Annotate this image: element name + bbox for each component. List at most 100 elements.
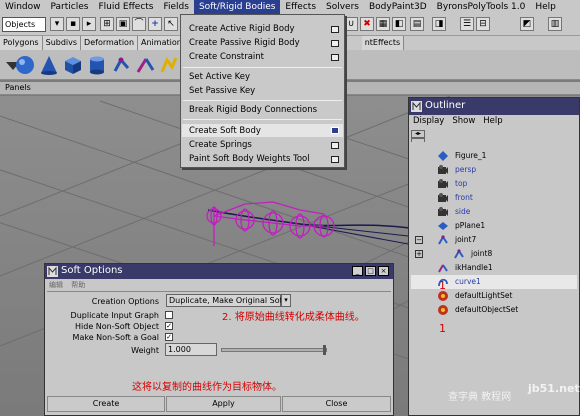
menu-bodypaint3d[interactable]: BodyPaint3D	[364, 0, 432, 14]
ik-handle-icon[interactable]	[134, 54, 156, 76]
create-passive-rigid-body-item[interactable]: Create Passive Rigid Body	[189, 38, 300, 48]
expand-icon[interactable]: +	[415, 250, 423, 258]
soft-rigid-bodies-menu: Create Active Rigid Body Create Passive …	[180, 14, 345, 168]
menu-help[interactable]: 帮助	[71, 281, 85, 289]
apply-button[interactable]: Apply	[166, 396, 281, 412]
soft-options-menu: 编辑 帮助	[49, 280, 85, 290]
joint-tool-icon[interactable]	[110, 54, 132, 76]
panels-menu[interactable]: Panels	[5, 83, 31, 92]
weight-field[interactable]: 1.000	[165, 343, 217, 356]
create-springs-item[interactable]: Create Springs	[189, 140, 252, 150]
menu-edit[interactable]: 编辑	[49, 281, 63, 289]
panel-icon[interactable]: ▥	[548, 17, 562, 31]
arrow-select-icon[interactable]: ↖	[164, 17, 178, 31]
cylinder-icon[interactable]	[86, 54, 108, 76]
weight-slider-handle[interactable]	[323, 345, 326, 355]
duplicate-input-graph-checkbox[interactable]	[165, 311, 173, 319]
outliner-title-bar[interactable]: Outliner	[409, 98, 579, 115]
create-constraint-item[interactable]: Create Constraint	[189, 52, 264, 62]
option-box-icon[interactable]	[331, 142, 339, 149]
list-item[interactable]: top	[411, 177, 577, 191]
creation-options-dropdown[interactable]: Duplicate, Make Original Soft	[166, 294, 285, 307]
option-box-icon[interactable]	[331, 54, 339, 61]
menu-byrons-poly-tools[interactable]: ByronsPolyTools 1.0	[432, 0, 531, 14]
render-globals-icon[interactable]: ▤	[410, 17, 424, 31]
list-item[interactable]: side	[411, 205, 577, 219]
arrow-down-icon[interactable]: ▾	[50, 17, 64, 31]
toggle-icon[interactable]: ◩	[520, 17, 534, 31]
option-box-icon[interactable]	[331, 127, 339, 134]
weight-slider[interactable]	[221, 348, 327, 352]
menu-effects[interactable]: Effects	[280, 0, 321, 14]
soft-options-title-bar[interactable]: Soft Options _ □ ×	[45, 264, 393, 279]
list-item[interactable]: − joint7	[411, 233, 577, 247]
maximize-icon[interactable]: □	[365, 266, 376, 276]
outliner-menu-help[interactable]: Help	[479, 115, 506, 128]
create-soft-body-item[interactable]: Create Soft Body	[189, 126, 261, 136]
menu-solvers[interactable]: Solvers	[321, 0, 364, 14]
make-non-soft-goal-checkbox[interactable]: ✓	[165, 333, 173, 341]
create-active-rigid-body-item[interactable]: Create Active Rigid Body	[189, 24, 295, 34]
outliner-menu-display[interactable]: Display	[409, 115, 448, 128]
sphere-icon[interactable]	[14, 54, 36, 76]
snap-icon[interactable]: ▣	[116, 17, 130, 31]
dropdown-arrow-icon[interactable]: ▾	[281, 294, 291, 307]
create-button[interactable]: Create	[47, 396, 165, 412]
menu-fields[interactable]: Fields	[159, 0, 194, 14]
curve-icon[interactable]: ⌒	[132, 17, 146, 31]
hide-non-soft-object-checkbox[interactable]: ✓	[165, 322, 173, 330]
close-icon[interactable]: ×	[378, 266, 389, 276]
menu-particles[interactable]: Particles	[46, 0, 94, 14]
list-item[interactable]: front	[411, 191, 577, 205]
deformer-icon[interactable]	[158, 54, 180, 76]
plus-icon[interactable]: +	[148, 17, 162, 31]
collapse-icon[interactable]: −	[415, 236, 423, 244]
tab-animation[interactable]: Animation	[138, 36, 186, 50]
option-box-icon[interactable]	[331, 26, 339, 33]
list-item[interactable]: persp	[411, 163, 577, 177]
tool-settings-icon[interactable]: ⊟	[476, 17, 490, 31]
watermark: 查字典 教程网 jb51.net	[448, 382, 580, 414]
magnet-icon[interactable]: ∪	[344, 17, 358, 31]
paint-soft-body-weights-item[interactable]: Paint Soft Body Weights Tool	[189, 154, 310, 164]
menu-window[interactable]: Window	[0, 0, 46, 14]
tab-deformation[interactable]: Deformation	[81, 36, 139, 50]
list-item[interactable]: ikHandle1	[411, 261, 577, 275]
menu-fluid-effects[interactable]: Fluid Effects	[93, 0, 158, 14]
list-item[interactable]: defaultLightSet	[411, 289, 577, 303]
list-item[interactable]: pPlane1	[411, 219, 577, 233]
list-item[interactable]: + joint8	[411, 247, 577, 261]
set-active-key-item[interactable]: Set Active Key	[189, 72, 250, 82]
attribute-editor-icon[interactable]: ◨	[432, 17, 446, 31]
pick-mask-icon[interactable]: ⊞	[100, 17, 114, 31]
item-label: joint8	[471, 249, 493, 258]
tab-polygons[interactable]: Polygons	[0, 36, 43, 50]
outliner-menu-show[interactable]: Show	[448, 115, 479, 128]
set-passive-key-item[interactable]: Set Passive Key	[189, 86, 255, 96]
close-button[interactable]: Close	[282, 396, 391, 412]
main-menu-bar: Window Particles Fluid Effects Fields So…	[0, 0, 580, 14]
tab-subdivs[interactable]: Subdivs	[42, 36, 82, 50]
render-icon[interactable]: ✖	[360, 17, 374, 31]
ipr-render-icon[interactable]: ◧	[392, 17, 406, 31]
list-item-selected[interactable]: curve1	[411, 275, 577, 289]
option-box-icon[interactable]	[331, 156, 339, 163]
menu-help[interactable]: Help	[530, 0, 561, 14]
render-view-icon[interactable]: ▦	[376, 17, 390, 31]
select-object-icon[interactable]: ▸	[82, 17, 96, 31]
menu-soft-rigid-bodies[interactable]: Soft/Rigid Bodies	[193, 0, 281, 14]
cone-icon[interactable]	[38, 54, 60, 76]
list-item[interactable]: Figure_1	[411, 149, 577, 163]
selection-mode-field[interactable]: Objects	[2, 17, 46, 32]
cube-icon[interactable]	[62, 54, 84, 76]
duplicate-input-graph-label: Duplicate Input Graph	[70, 311, 159, 320]
channel-box-icon[interactable]: ☰	[460, 17, 474, 31]
select-hierarchy-icon[interactable]: ▪	[66, 17, 80, 31]
outliner-filter-icon[interactable]: ◂▸	[411, 130, 425, 138]
list-item[interactable]: defaultObjectSet	[411, 303, 577, 317]
option-box-icon[interactable]	[331, 40, 339, 47]
minimize-icon[interactable]: _	[352, 266, 363, 276]
annotation-number: 1	[439, 322, 446, 335]
tab-paint-effects[interactable]: ntEffects	[361, 36, 405, 50]
break-rigid-body-connections-item[interactable]: Break Rigid Body Connections	[189, 105, 317, 115]
